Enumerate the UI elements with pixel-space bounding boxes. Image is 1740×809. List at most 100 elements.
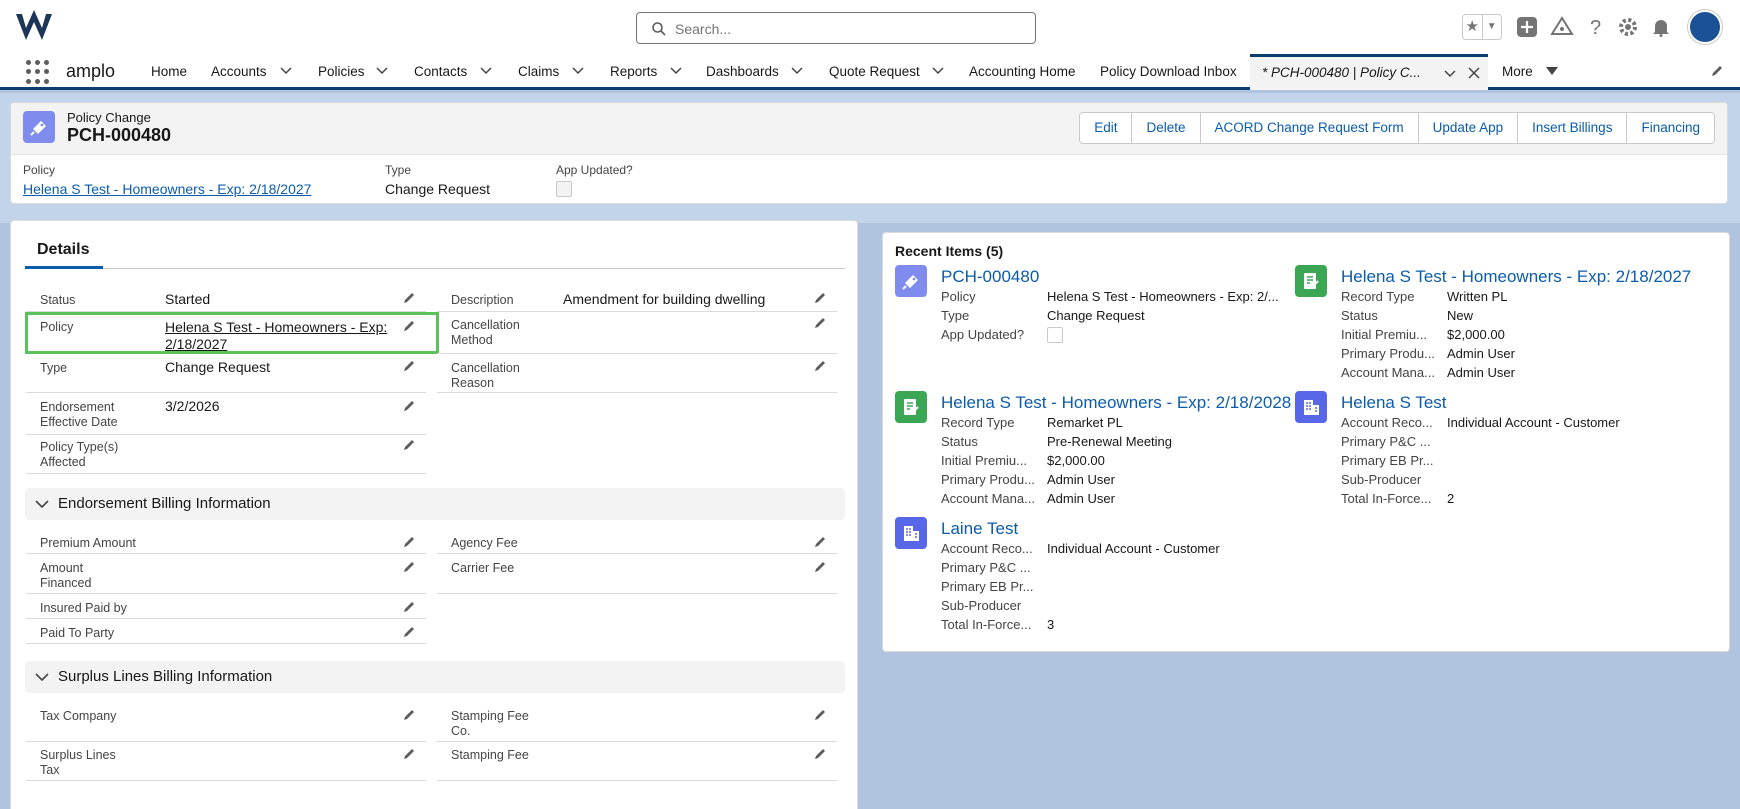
nav-item-contacts[interactable]: Contacts — [414, 64, 467, 79]
chevron-down-icon[interactable] — [376, 67, 388, 75]
nav-item-dashboards[interactable]: Dashboards — [706, 64, 779, 79]
close-icon[interactable] — [1468, 67, 1480, 79]
details-panel: Details Status Started Policy Helena S T… — [10, 220, 858, 809]
financing-button[interactable]: Financing — [1626, 113, 1714, 143]
nav-item-accounting-home[interactable]: Accounting Home — [969, 64, 1076, 79]
account-icon — [1295, 391, 1327, 423]
edit-pencil-icon[interactable] — [813, 316, 827, 330]
user-avatar[interactable] — [1688, 10, 1722, 44]
edit-button[interactable]: Edit — [1080, 113, 1131, 143]
edit-pencil-icon[interactable] — [813, 560, 827, 574]
global-search-input[interactable]: Search... — [636, 12, 1036, 44]
policy-change-icon — [23, 111, 55, 143]
chevron-down-icon[interactable] — [932, 67, 944, 75]
edit-pencil-icon[interactable] — [402, 438, 416, 452]
nav-item-reports[interactable]: Reports — [610, 64, 657, 79]
recent-item: Helena S Test - Homeowners - Exp: 2/18/2… — [1283, 265, 1691, 385]
update-app-button[interactable]: Update App — [1417, 113, 1518, 143]
chevron-down-icon[interactable] — [1444, 70, 1456, 78]
app-nav-bar: amplo Home Accounts Policies Contacts Cl… — [0, 54, 1740, 90]
edit-pencil-icon[interactable] — [813, 291, 827, 305]
nav-item-policies[interactable]: Policies — [318, 64, 365, 79]
delete-button[interactable]: Delete — [1131, 113, 1199, 143]
tab-details[interactable]: Details — [25, 221, 103, 269]
record-header: Policy Change PCH-000480 Edit Delete ACO… — [10, 102, 1728, 204]
notifications-bell-icon[interactable] — [1651, 17, 1671, 37]
tab-active-record[interactable]: * PCH-000480 | Policy C... — [1250, 54, 1488, 90]
edit-nav-pencil-icon[interactable] — [1710, 64, 1724, 78]
field-value: Amendment for building dwelling — [563, 291, 766, 307]
edit-pencil-icon[interactable] — [813, 535, 827, 549]
nav-more[interactable]: More — [1502, 64, 1533, 79]
search-icon — [652, 22, 666, 36]
field-status: Status Started — [26, 289, 426, 312]
chevron-down-icon[interactable] — [572, 67, 584, 75]
recent-item-link[interactable]: Laine Test — [941, 519, 1018, 539]
nav-item-home[interactable]: Home — [151, 64, 187, 79]
edit-pencil-icon[interactable] — [402, 319, 416, 333]
insert-billings-button[interactable]: Insert Billings — [1517, 113, 1626, 143]
edit-pencil-icon[interactable] — [402, 560, 416, 574]
field-label: Cancellation Reason — [451, 361, 520, 390]
amplo-logo-icon[interactable] — [14, 10, 54, 44]
field-label: Surplus Lines Tax — [40, 748, 116, 777]
recent-items-title: Recent Items (5) — [895, 243, 1004, 259]
section-title: Endorsement Billing Information — [58, 495, 271, 512]
account-icon — [895, 517, 927, 549]
chevron-down-icon[interactable] — [480, 67, 492, 75]
record-title: PCH-000480 — [67, 125, 172, 145]
star-icon[interactable]: ★ — [1463, 15, 1482, 39]
field-label: Status — [40, 293, 76, 307]
edit-pencil-icon[interactable] — [402, 291, 416, 305]
global-actions-icon[interactable] — [1516, 16, 1538, 38]
chevron-down-icon[interactable] — [35, 498, 49, 510]
nav-item-claims[interactable]: Claims — [518, 64, 559, 79]
edit-pencil-icon[interactable] — [402, 747, 416, 761]
field-policy-link[interactable]: Helena S Test - Homeowners - Exp: 2/18/2… — [165, 319, 405, 353]
recent-item-link[interactable]: Helena S Test - Homeowners - Exp: 2/18/2… — [941, 393, 1291, 413]
edit-pencil-icon[interactable] — [813, 359, 827, 373]
trailhead-icon[interactable] — [1550, 16, 1574, 38]
recent-item: Laine Test Account Reco... Individual Acc… — [883, 517, 1283, 637]
recent-item-link[interactable]: Helena S Test — [1341, 393, 1447, 413]
favorites-button[interactable]: ★ ▼ — [1462, 14, 1502, 40]
chevron-down-icon[interactable] — [35, 671, 49, 683]
app-launcher-icon[interactable] — [26, 60, 50, 84]
edit-pencil-icon[interactable] — [402, 625, 416, 639]
acord-change-request-form-button[interactable]: ACORD Change Request Form — [1199, 113, 1418, 143]
chevron-down-icon[interactable] — [280, 67, 292, 75]
nav-item-accounts[interactable]: Accounts — [211, 64, 267, 79]
edit-pencil-icon[interactable] — [402, 600, 416, 614]
edit-pencil-icon[interactable] — [402, 359, 416, 373]
details-tabset: Details — [25, 221, 845, 269]
help-icon[interactable]: ? — [1586, 16, 1606, 38]
field-type: Type Change Request — [26, 357, 426, 393]
chevron-down-icon[interactable] — [670, 67, 682, 75]
edit-pencil-icon[interactable] — [402, 535, 416, 549]
gear-icon[interactable] — [1618, 17, 1638, 37]
field-label: Policy — [40, 320, 74, 334]
chevron-down-icon[interactable] — [791, 67, 803, 75]
edit-pencil-icon[interactable] — [813, 708, 827, 722]
chevron-down-icon[interactable]: ▼ — [1481, 15, 1502, 39]
edit-pencil-icon[interactable] — [402, 399, 416, 413]
edit-pencil-icon[interactable] — [402, 708, 416, 722]
recent-item-link[interactable]: Helena S Test - Homeowners - Exp: 2/18/2… — [1341, 267, 1691, 287]
nav-item-policy-download-inbox[interactable]: Policy Download Inbox — [1100, 64, 1237, 79]
tab-details-label: Details — [37, 241, 90, 258]
recent-item-link[interactable]: PCH-000480 — [941, 267, 1039, 287]
section-surplus-lines-billing[interactable]: Surplus Lines Billing Information — [25, 661, 845, 693]
recent-item: Helena S Test Account Reco... Individual … — [1283, 391, 1683, 511]
search-placeholder: Search... — [675, 21, 732, 37]
highlight-policy: Policy Helena S Test - Homeowners - Exp:… — [23, 163, 311, 197]
nav-item-quote-request[interactable]: Quote Request — [829, 64, 920, 79]
section-endorsement-billing[interactable]: Endorsement Billing Information — [25, 488, 845, 520]
field-value: 3/2/2026 — [165, 398, 220, 414]
field-label: Policy Type(s) Affected — [40, 440, 119, 469]
policy-icon — [895, 391, 927, 423]
recent-items-panel: Recent Items (5) PCH-000480 Policy Helena… — [882, 232, 1730, 652]
edit-pencil-icon[interactable] — [813, 747, 827, 761]
caret-down-icon[interactable] — [1546, 67, 1558, 76]
field-carrier-fee: Carrier Fee — [437, 558, 837, 594]
highlight-policy-link[interactable]: Helena S Test - Homeowners - Exp: 2/18/2… — [23, 181, 311, 197]
